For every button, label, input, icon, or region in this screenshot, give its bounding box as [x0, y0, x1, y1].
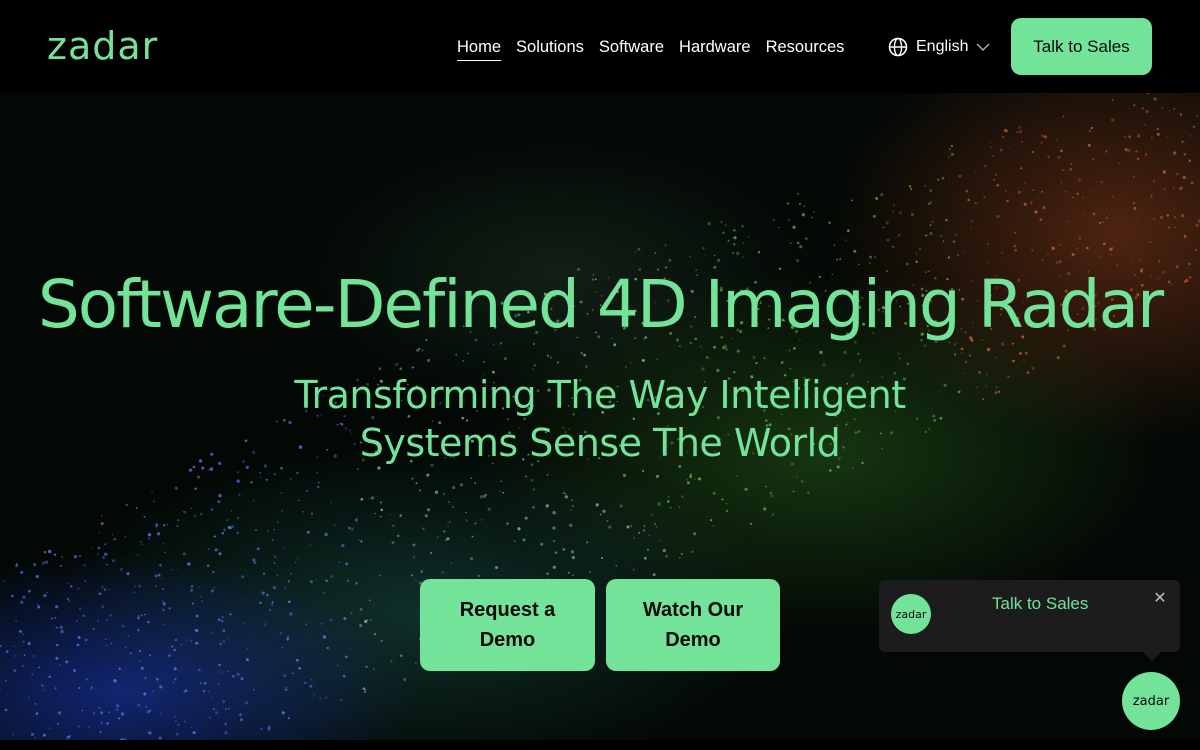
site-header: zadar Home Solutions Software Hardware R…: [0, 0, 1200, 93]
nav-item-solutions[interactable]: Solutions: [516, 37, 584, 61]
close-icon[interactable]: ✕: [1151, 590, 1169, 608]
chat-talk-to-sales-label[interactable]: Talk to Sales: [992, 594, 1088, 614]
chat-popup[interactable]: zadar Talk to Sales ✕: [879, 580, 1180, 661]
chevron-down-icon: [976, 42, 990, 52]
hero-subtitle: Transforming The Way Intelligent Systems…: [0, 371, 1200, 467]
nav-item-home[interactable]: Home: [457, 37, 502, 61]
hero-title: Software-Defined 4D Imaging Radar: [37, 266, 1164, 343]
nav-item-hardware[interactable]: Hardware: [679, 37, 751, 61]
main-nav: Home Solutions Software Hardware Resourc…: [457, 37, 859, 61]
zadar-logo[interactable]: zadar: [47, 27, 158, 65]
chat-avatar: zadar: [891, 594, 931, 634]
hero-subtitle-line-1: Transforming The Way Intelligent: [294, 373, 906, 417]
nav-item-resources[interactable]: Resources: [766, 37, 845, 61]
request-demo-button[interactable]: Request a Demo: [420, 579, 595, 671]
language-selector[interactable]: English: [888, 37, 990, 57]
chat-launcher-button[interactable]: zadar: [1122, 672, 1180, 730]
talk-to-sales-button[interactable]: Talk to Sales: [1011, 18, 1152, 75]
hero-subtitle-line-2: Systems Sense The World: [359, 421, 841, 465]
language-label: English: [916, 38, 969, 55]
nav-item-software[interactable]: Software: [599, 37, 664, 61]
globe-icon: [888, 37, 908, 57]
watch-demo-button[interactable]: Watch Our Demo: [606, 579, 780, 671]
bottom-strip: [0, 740, 1200, 750]
